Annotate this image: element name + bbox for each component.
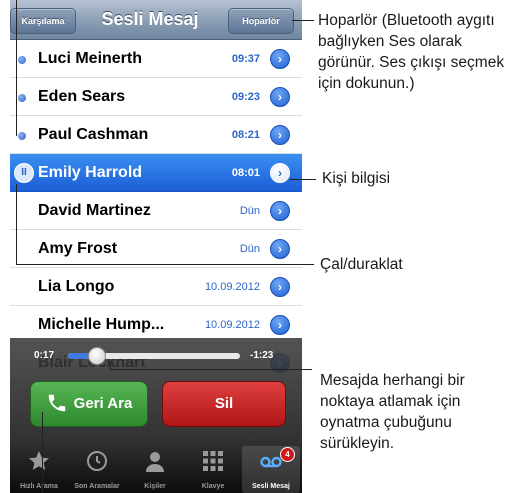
detail-disclosure-icon[interactable]: › [270,277,290,297]
tab-label: Klavye [201,483,225,490]
contact-info-callout: Kişi bilgisi [322,170,391,187]
scrubber-thumb[interactable] [88,347,107,365]
callout-line [16,184,17,264]
clock-icon [87,451,107,471]
tab-recents[interactable]: Son Aramalar [68,446,126,493]
message-time: 09:23 [231,91,260,103]
person-icon [146,452,164,472]
playback-panel: 0:17 -1:23 Geri Ara Sil [10,338,302,446]
callout-line [290,179,316,180]
remaining-time: -1:23 [250,350,274,361]
star-icon [29,451,49,470]
voicemail-row[interactable]: Eden Sears 09:23 › [10,78,302,116]
voicemail-row[interactable]: II Emily Harrold 08:01 › [10,154,302,192]
greeting-button[interactable]: Karşılama [10,8,76,34]
tab-keypad[interactable]: Klavye [184,446,242,493]
play-pause-callout: Çal/duraklat [320,256,403,273]
callout-line [16,264,314,265]
scrub-callout: Mesajda herhangi bir noktaya atlamak içi… [320,372,465,452]
caller-name: Michelle Hump... [38,316,165,333]
speaker-button[interactable]: Hoparlör [228,8,294,34]
message-time: 08:21 [231,129,260,141]
tab-label: Son Aramalar [74,483,120,490]
message-time: 10.09.2012 [204,319,260,331]
caller-name: Eden Sears [38,88,126,105]
elapsed-time: 0:17 [34,350,55,361]
caller-name: Amy Frost [38,240,118,257]
tab-contacts[interactable]: Kişiler [126,446,184,493]
phone-icon [48,394,65,412]
message-time: Dün [239,243,260,255]
tab-label: Sesli Mesaj [252,483,290,490]
voicemail-row[interactable]: Luci Meinerth 09:37 › [10,40,302,78]
call-back-label: Geri Ara [73,395,133,412]
phone-screen: Karşılama Sesli Mesaj Hoparlör Luci Mein… [10,0,302,493]
keypad-icon [203,451,223,471]
message-time: 10.09.2012 [204,281,260,293]
caller-name: Lia Longo [38,278,115,295]
callout-line [42,412,43,493]
navigation-bar: Karşılama Sesli Mesaj Hoparlör [10,0,302,40]
message-time: 08:01 [231,167,260,179]
callout-line [16,0,17,136]
pause-icon[interactable]: II [14,163,34,183]
tab-favorites[interactable]: Hızlı Arama [10,446,68,493]
unread-dot [18,132,26,140]
detail-disclosure-icon[interactable]: › [270,49,290,69]
voicemail-row[interactable]: Amy Frost Dün › [10,230,302,268]
tab-bar: Hızlı Arama Son Aramalar Kişiler Klavye … [10,446,302,493]
detail-disclosure-icon[interactable]: › [270,125,290,145]
voicemail-row[interactable]: Lia Longo 10.09.2012 › [10,268,302,306]
detail-disclosure-icon[interactable]: › [270,163,290,183]
detail-disclosure-icon[interactable]: › [270,87,290,107]
caller-name: Luci Meinerth [38,50,143,67]
call-back-button[interactable]: Geri Ara [30,381,148,427]
message-time: 09:37 [231,53,260,65]
detail-disclosure-icon[interactable]: › [270,201,290,221]
callout-line [292,20,314,21]
tab-voicemail[interactable]: 4 Sesli Mesaj [242,446,300,493]
unread-badge: 4 [280,447,295,462]
caller-name: Paul Cashman [38,126,149,143]
scrubber-bar[interactable] [68,347,240,365]
delete-button[interactable]: Sil [162,381,286,427]
voicemail-row[interactable]: David Martinez Dün › [10,192,302,230]
caller-name: David Martinez [38,202,151,219]
unread-dot [18,56,26,64]
tab-label: Kişiler [144,483,166,490]
message-time: Dün [239,205,260,217]
speaker-callout: Hoparlör (Bluetooth aygıtı bağlıyken Ses… [318,12,505,92]
tab-label: Hızlı Arama [20,483,58,490]
caller-name: Emily Harrold [38,164,143,181]
page-title: Sesli Mesaj [101,9,199,29]
detail-disclosure-icon[interactable]: › [270,239,290,259]
unread-dot [18,94,26,102]
voicemail-row[interactable]: Paul Cashman 08:21 › [10,116,302,154]
callout-line [110,369,312,370]
detail-disclosure-icon[interactable]: › [270,315,290,335]
